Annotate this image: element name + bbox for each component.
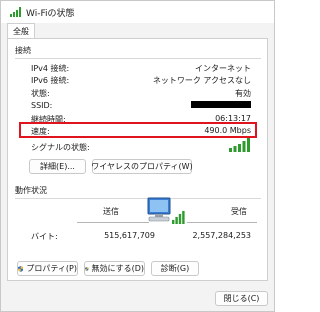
wifi-signal-icon — [10, 7, 21, 17]
bytes-sent-value: 515,617,709 — [104, 231, 155, 240]
wireless-properties-button[interactable]: ワイヤレスのプロパティ(W) — [91, 159, 193, 174]
ssid-label: SSID: — [31, 101, 53, 110]
activity-divider — [15, 198, 261, 199]
network-computer-icon — [147, 197, 185, 224]
tab-strip — [1, 23, 274, 39]
window-title: Wi-Fiの状態 — [26, 9, 75, 19]
signal-strength-icon — [229, 138, 250, 152]
details-button-label: 詳細(E)... — [40, 162, 75, 171]
title-bar: Wi-Fiの状態 — [1, 1, 274, 23]
ipv6-label: IPv6 接続: — [31, 76, 70, 85]
ipv4-value: インターネット — [195, 64, 251, 73]
shield-icon — [85, 266, 89, 271]
signal-label: シグナルの状態: — [31, 143, 90, 152]
received-line — [187, 222, 257, 223]
speed-label: 速度: — [31, 127, 50, 136]
ipv4-label: IPv4 接続: — [31, 64, 70, 73]
connection-divider — [15, 58, 261, 59]
diagnose-button-label: 診断(G) — [160, 264, 190, 273]
ipv6-value: ネットワーク アクセスなし — [152, 76, 251, 85]
disable-button[interactable]: 無効にする(D) — [84, 261, 145, 276]
tab-general[interactable]: 全般 — [7, 23, 35, 39]
shield-icon — [18, 265, 24, 272]
close-button[interactable]: 閉じる(C) — [215, 291, 268, 306]
status-label: 状態: — [31, 89, 50, 98]
connection-group-label: 接続 — [15, 46, 31, 55]
disable-button-label: 無効にする(D) — [91, 264, 144, 273]
received-label: 受信 — [231, 207, 247, 216]
diagnose-button[interactable]: 診断(G) — [151, 261, 199, 276]
wireless-properties-button-label: ワイヤレスのプロパティ(W) — [91, 162, 193, 171]
ssid-redacted-value — [191, 101, 251, 108]
status-value: 有効 — [235, 89, 251, 98]
bytes-label: バイト: — [31, 232, 58, 241]
sent-line — [77, 222, 149, 223]
wifi-status-window: Wi-Fiの状態 全般 接続 IPv4 接続: インターネット IPv6 接続:… — [0, 0, 275, 312]
properties-button-label: プロパティ(P) — [26, 264, 77, 273]
activity-group-label: 動作状況 — [15, 186, 47, 195]
details-button[interactable]: 詳細(E)... — [29, 159, 86, 174]
speed-value: 490.0 Mbps — [204, 126, 251, 135]
close-button-label: 閉じる(C) — [223, 294, 260, 303]
properties-button[interactable]: プロパティ(P) — [17, 261, 78, 276]
bytes-received-value: 2,557,284,253 — [192, 231, 251, 240]
sent-label: 送信 — [103, 207, 119, 216]
